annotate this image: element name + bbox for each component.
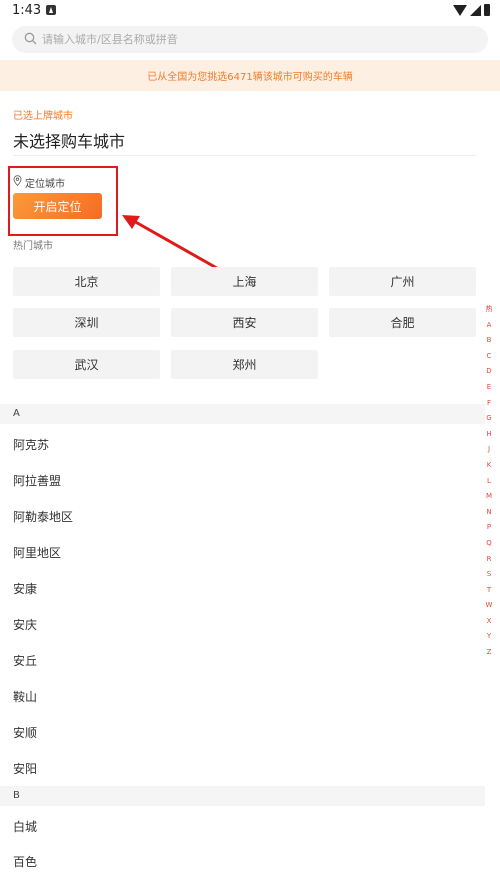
city-item[interactable]: 鞍山 xyxy=(13,688,37,705)
hot-city-button[interactable]: 西安 xyxy=(171,308,318,337)
index-item[interactable]: M xyxy=(482,489,496,505)
index-item[interactable]: S xyxy=(482,567,496,583)
hot-cities-label: 热门城市 xyxy=(13,241,53,252)
city-item[interactable]: 阿勒泰地区 xyxy=(13,508,73,525)
notice-text: 已从全国为您挑选6471辆该城市可购买的车辆 xyxy=(147,72,353,83)
search-icon xyxy=(24,32,37,45)
letter-header: B xyxy=(0,786,485,806)
index-item[interactable]: 热 xyxy=(482,302,496,318)
index-item[interactable]: J xyxy=(482,442,496,458)
hot-city-button[interactable]: 北京 xyxy=(13,267,160,296)
letter-header: A xyxy=(0,404,485,424)
city-item[interactable]: 安庆 xyxy=(13,616,37,633)
alphabet-index: 热 A B C D E F G H J K L M N P Q R S T W … xyxy=(482,302,496,661)
index-item[interactable]: W xyxy=(482,598,496,614)
index-item[interactable]: H xyxy=(482,427,496,443)
index-item[interactable]: R xyxy=(482,552,496,568)
city-item[interactable]: 安丘 xyxy=(13,652,37,669)
letter-header-label: B xyxy=(13,790,20,801)
status-bar: 1:43 xyxy=(0,0,500,22)
hot-city-button[interactable]: 深圳 xyxy=(13,308,160,337)
index-item[interactable]: Y xyxy=(482,629,496,645)
city-item[interactable]: 安顺 xyxy=(13,724,37,741)
city-item[interactable]: 百色 xyxy=(13,853,37,870)
notice-banner: 已从全国为您挑选6471辆该城市可购买的车辆 xyxy=(0,60,500,91)
wifi-icon xyxy=(453,4,467,16)
hot-city-button[interactable]: 武汉 xyxy=(13,350,160,379)
index-item[interactable]: E xyxy=(482,380,496,396)
index-item[interactable]: N xyxy=(482,505,496,521)
location-pin-icon xyxy=(13,175,22,186)
index-item[interactable]: A xyxy=(482,318,496,334)
selected-city-value: 未选择购车城市 xyxy=(13,132,126,151)
hot-city-button[interactable]: 郑州 xyxy=(171,350,318,379)
selected-city-label: 已选上牌城市 xyxy=(13,111,73,122)
index-item[interactable]: X xyxy=(482,614,496,630)
city-item[interactable]: 安康 xyxy=(13,580,37,597)
city-item[interactable]: 阿里地区 xyxy=(13,544,61,561)
index-item[interactable]: D xyxy=(482,364,496,380)
index-item[interactable]: K xyxy=(482,458,496,474)
index-item[interactable]: Q xyxy=(482,536,496,552)
index-item[interactable]: B xyxy=(482,333,496,349)
locate-city-label: 定位城市 xyxy=(25,179,65,190)
letter-header-label: A xyxy=(13,408,20,419)
battery-icon xyxy=(484,4,490,16)
index-item[interactable]: P xyxy=(482,520,496,536)
signal-icon xyxy=(470,4,481,16)
index-item[interactable]: Z xyxy=(482,645,496,661)
index-item[interactable]: C xyxy=(482,349,496,365)
status-icons xyxy=(453,4,490,16)
index-item[interactable]: T xyxy=(482,583,496,599)
city-item[interactable]: 阿拉善盟 xyxy=(13,472,61,489)
index-item[interactable]: L xyxy=(482,474,496,490)
status-time: 1:43 xyxy=(12,3,42,18)
notification-icon xyxy=(46,5,56,15)
hot-city-button[interactable]: 广州 xyxy=(329,267,476,296)
search-input[interactable] xyxy=(42,26,472,53)
city-item[interactable]: 白城 xyxy=(13,818,37,835)
divider xyxy=(13,155,476,156)
search-bar[interactable] xyxy=(12,26,488,53)
city-item[interactable]: 阿克苏 xyxy=(13,436,49,453)
hot-city-button[interactable]: 上海 xyxy=(171,267,318,296)
hot-city-button[interactable]: 合肥 xyxy=(329,308,476,337)
city-item[interactable]: 安阳 xyxy=(13,760,37,777)
enable-location-button[interactable]: 开启定位 xyxy=(13,193,102,219)
